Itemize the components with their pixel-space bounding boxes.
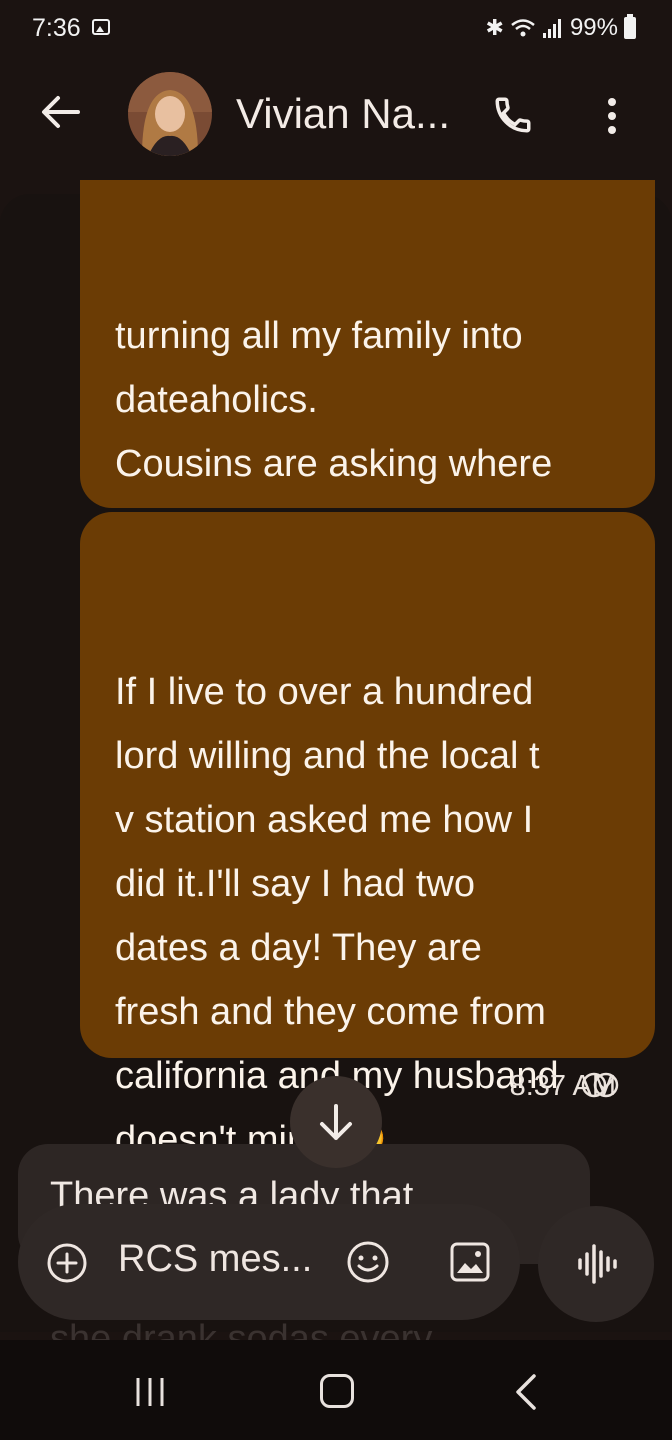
- sent-message-bubble[interactable]: If I live to over a hundred lord willing…: [80, 512, 655, 1161]
- home-icon[interactable]: [320, 1374, 354, 1408]
- emoji-icon[interactable]: [346, 1240, 390, 1284]
- image-icon[interactable]: [448, 1240, 492, 1284]
- phone-icon[interactable]: [492, 94, 534, 136]
- add-attachment-icon[interactable]: [46, 1242, 88, 1284]
- message-composer: RCS mes...: [18, 1204, 520, 1320]
- gallery-notification-icon: [92, 19, 110, 35]
- voice-message-button[interactable]: [538, 1206, 654, 1322]
- arrow-left-icon[interactable]: [38, 90, 82, 134]
- bluetooth-icon: ✱: [485, 15, 504, 40]
- contact-avatar[interactable]: [128, 72, 212, 156]
- battery-icon: [624, 14, 636, 39]
- arrow-down-icon: [320, 1104, 352, 1140]
- scroll-to-bottom-button[interactable]: [290, 1076, 382, 1168]
- signal-icon: [542, 19, 561, 38]
- delivered-check-icon: [581, 1072, 619, 1098]
- recent-apps-icon[interactable]: [132, 1376, 168, 1408]
- contact-name[interactable]: Vivian Na...: [236, 90, 450, 138]
- status-bar: 7:36 ✱ 99%: [0, 0, 672, 60]
- message-thread[interactable]: turning all my family into dateaholics. …: [0, 172, 672, 1332]
- system-navigation-bar: [0, 1340, 672, 1440]
- sent-message-bubble[interactable]: turning all my family into dateaholics. …: [80, 180, 655, 613]
- wifi-icon: [511, 19, 535, 37]
- nav-back-icon[interactable]: [512, 1372, 540, 1412]
- audio-waveform-icon: [578, 1244, 617, 1284]
- message-input[interactable]: RCS mes...: [118, 1238, 312, 1281]
- status-time: 7:36: [32, 14, 81, 42]
- status-icons: ✱ 99%: [486, 14, 636, 42]
- more-vert-icon[interactable]: [600, 96, 624, 136]
- battery-percent: 99%: [569, 14, 618, 41]
- conversation-header: Vivian Na...: [0, 60, 672, 172]
